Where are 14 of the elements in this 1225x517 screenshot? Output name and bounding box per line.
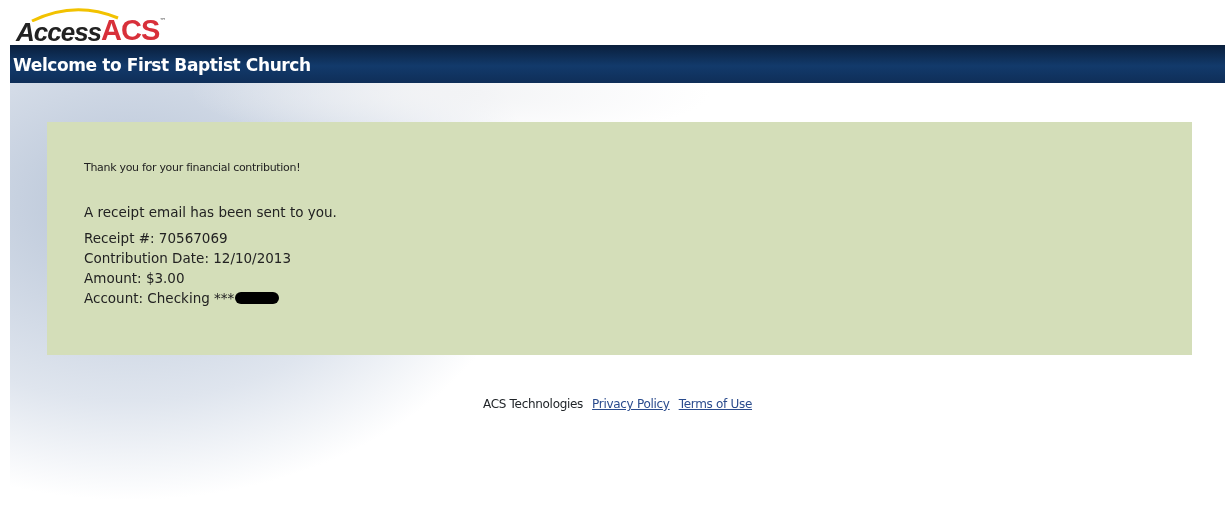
footer-link[interactable]: Terms of Use [678,397,753,411]
detail-text: Account: Checking *** [84,288,235,308]
receipt-notice: A receipt email has been sent to you. [84,202,338,222]
logo-text: ACS [101,16,160,45]
logo-text: Access [16,19,102,45]
detail-text: Receipt #: 70567069 [84,228,228,248]
footer-link[interactable]: Privacy Policy [592,397,670,411]
detail-text: Contribution Date: 12/10/2013 [84,248,292,268]
company-name: ACS Technologies [482,397,584,411]
redaction-mark [235,291,280,304]
detail-text: Amount: $3.00 [84,268,185,288]
logo-swoosh-icon [30,6,120,22]
page-header: Welcome to First Baptist Church [10,45,1225,83]
thank-you-text: Thank you for your financial contribution! [84,160,302,176]
